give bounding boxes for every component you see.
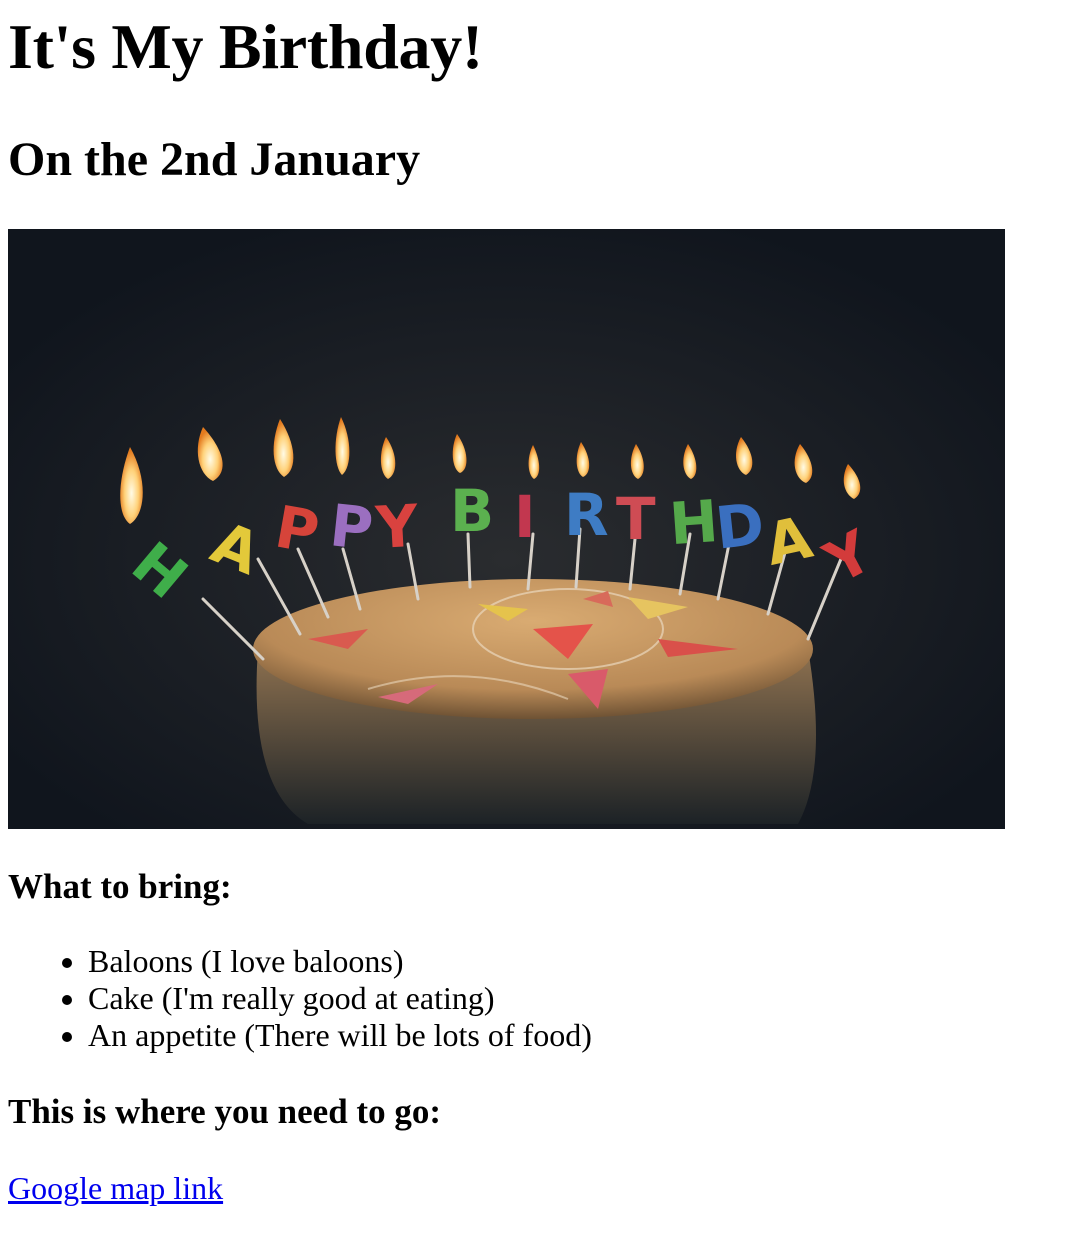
google-map-link[interactable]: Google map link xyxy=(8,1170,223,1206)
list-item: Cake (I'm really good at eating) xyxy=(88,980,1070,1017)
svg-text:P: P xyxy=(327,491,376,563)
bring-heading: What to bring: xyxy=(8,866,232,906)
svg-text:Y: Y xyxy=(373,491,420,561)
birthday-cake-image: H A P P Y B I R T H D A Y xyxy=(8,228,1005,829)
bring-list: Baloons (I love baloons) Cake (I'm reall… xyxy=(8,943,1070,1054)
svg-text:R: R xyxy=(564,481,609,549)
svg-text:D: D xyxy=(712,490,767,563)
list-item: Baloons (I love baloons) xyxy=(88,943,1070,980)
page: It's My Birthday! On the 2nd January H A… xyxy=(0,10,1078,1207)
list-item: An appetite (There will be lots of food) xyxy=(88,1017,1070,1054)
page-title: It's My Birthday! xyxy=(8,11,483,82)
svg-text:B: B xyxy=(450,477,494,545)
directions-paragraph: Google map link xyxy=(8,1170,1070,1207)
directions-heading: This is where you need to go: xyxy=(8,1092,441,1132)
page-subtitle: On the 2nd January xyxy=(8,132,421,186)
svg-text:I: I xyxy=(514,483,536,551)
svg-text:T: T xyxy=(616,485,656,553)
